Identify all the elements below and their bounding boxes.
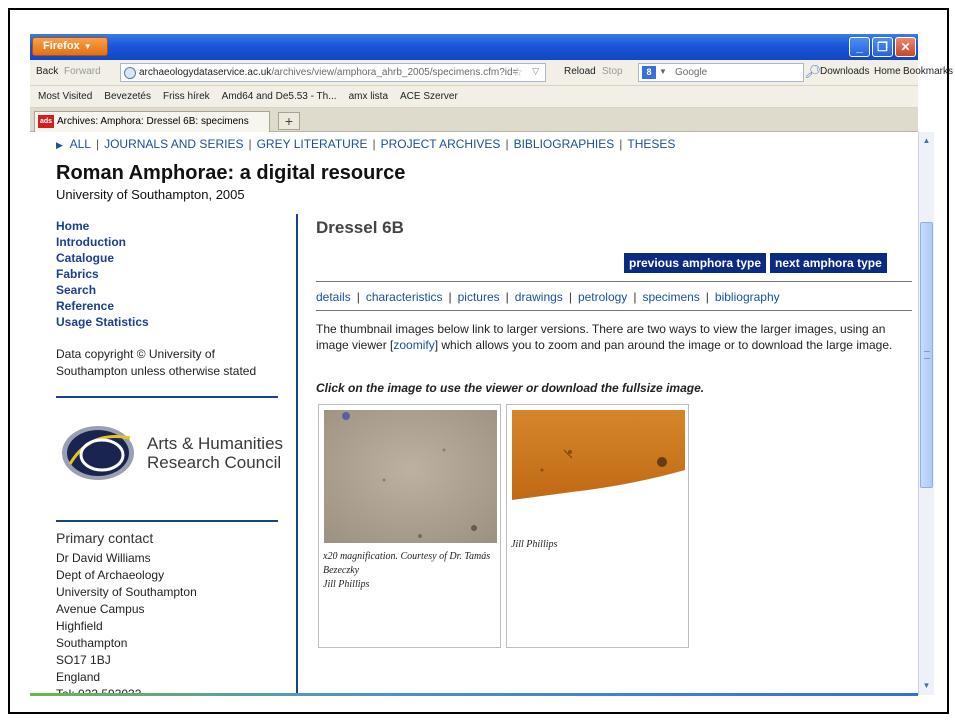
new-tab-button[interactable]: + [278, 112, 300, 130]
forward-button[interactable]: Forward [64, 66, 101, 77]
ahrc-emblem-icon [62, 426, 134, 480]
next-type-button[interactable]: next amphora type [770, 253, 887, 273]
divider [316, 310, 912, 311]
tab-details[interactable]: details [316, 290, 351, 304]
bookmarks-bar: Most Visited Bevezetés Friss hírek Amd64… [30, 86, 918, 108]
globe-icon [124, 67, 136, 79]
site-favicon-icon: ads [38, 115, 54, 128]
divider [316, 281, 912, 282]
divider [56, 396, 278, 398]
window-titlebar: Firefox ▼ _ ❐ ✕ [30, 34, 918, 60]
specimen-credit: Jill Phillips [511, 539, 558, 550]
ahrc-text: Arts & Humanities Research Council [147, 434, 284, 472]
ahrc-logo[interactable]: Arts & Humanities Research Council [60, 422, 290, 484]
tab-petrology[interactable]: petrology [578, 290, 627, 304]
firefox-menu-button[interactable]: Firefox ▼ [32, 37, 108, 56]
tab-active[interactable]: ads Archives: Amphora: Dressel 6B: speci… [34, 111, 270, 132]
status-bar-edge [30, 693, 918, 696]
amphora-type-nav: previous amphora type next amphora type [624, 253, 887, 273]
engine-dropdown-icon[interactable]: ▼ [659, 67, 667, 76]
home-button[interactable]: Home [874, 66, 901, 77]
specimen-thumbnail[interactable] [324, 410, 497, 543]
contact-address: Dr David Williams Dept of Archaeology Un… [56, 551, 197, 695]
section-nav: details | characteristics | pictures | drawing… [316, 290, 780, 304]
page-scrollbar[interactable]: ▲ ▼ [918, 132, 934, 695]
intro-text: The thumbnail images below link to large… [316, 322, 893, 352]
leftnav-home[interactable]: Home [56, 218, 149, 234]
bookmark-item[interactable]: Bevezetés [104, 91, 151, 107]
copyright-text: Data copyright © University of Southampt… [56, 347, 257, 378]
url-dropdown-icon[interactable]: ▽ [532, 66, 539, 77]
navigation-toolbar: Back Forward archaeologydataservice.ac.u… [30, 60, 953, 86]
bookmark-star-icon[interactable]: ☆ [512, 65, 523, 79]
tab-bibliography[interactable]: bibliography [715, 290, 780, 304]
scroll-down-icon[interactable]: ▼ [919, 679, 934, 693]
url-domain: archaeologydataservice.ac.uk [139, 67, 272, 78]
bookmark-item[interactable]: amx lista [349, 91, 388, 107]
close-button[interactable]: ✕ [895, 37, 916, 57]
tab-title: Archives: Amphora: Dressel 6B: specimens [57, 116, 249, 127]
bookmark-item[interactable]: ACE Szerver [400, 91, 458, 107]
specimen-card: Jill Phillips [506, 404, 689, 648]
zoomify-link[interactable]: zoomify [393, 338, 434, 352]
search-input[interactable]: 8 ▼ Google 🔎︎ [638, 63, 821, 82]
downloads-button[interactable]: Downloads [820, 66, 869, 77]
specimen-card: x20 magnification. Courtesy of Dr. Tamás… [318, 404, 501, 648]
contact-heading: Primary contact [56, 530, 154, 546]
address-bar[interactable]: archaeologydataservice.ac.uk/archives/vi… [120, 63, 546, 82]
tab-strip: ads Archives: Amphora: Dressel 6B: speci… [30, 108, 918, 132]
topnav-link[interactable]: BIBLIOGRAPHIES [514, 137, 615, 151]
divider [56, 520, 278, 522]
specimen-thumbnail[interactable] [512, 410, 685, 505]
top-nav: ▶ ALL | JOURNALS AND SERIES | GREY LITERATUR… [56, 137, 676, 151]
site-subtitle: University of Southampton, 2005 [56, 187, 245, 202]
search-icon[interactable]: 🔎︎ [804, 64, 821, 80]
scroll-thumb[interactable] [920, 222, 933, 488]
topnav-link[interactable]: PROJECT ARCHIVES [381, 137, 501, 151]
stop-button[interactable]: Stop [602, 66, 623, 77]
reload-button[interactable]: Reload [564, 66, 596, 77]
search-placeholder: Google [675, 67, 708, 78]
restore-button[interactable]: ❐ [872, 37, 893, 57]
topnav-link[interactable]: THESES [627, 137, 675, 151]
back-button[interactable]: Back [36, 66, 58, 77]
leftnav-usage-statistics[interactable]: Usage Statistics [56, 314, 149, 330]
leftnav-introduction[interactable]: Introduction [56, 234, 149, 250]
bookmark-item[interactable]: Most Visited [38, 91, 92, 107]
bookmark-item[interactable]: Amd64 and De5.53 - Th... [222, 91, 337, 107]
url-path: /archives/view/amphora_ahrb_2005/specime… [271, 67, 519, 78]
triangle-right-icon: ▶ [56, 140, 63, 150]
scroll-up-icon[interactable]: ▲ [919, 134, 934, 148]
specimen-caption: x20 magnification. Courtesy of Dr. Tamás… [323, 551, 491, 576]
column-divider [296, 214, 298, 695]
site-title: Roman Amphorae: a digital resource [56, 162, 406, 184]
topnav-link[interactable]: GREY LITERATURE [257, 137, 368, 151]
page-viewport: ▶ ALL | JOURNALS AND SERIES | GREY LITERATUR… [30, 132, 918, 695]
click-instruction: Click on the image to use the viewer or … [316, 381, 705, 395]
previous-type-button[interactable]: previous amphora type [624, 253, 767, 273]
leftnav-catalogue[interactable]: Catalogue [56, 250, 149, 266]
topnav-link[interactable]: ALL [70, 137, 91, 151]
tab-drawings[interactable]: drawings [515, 290, 563, 304]
tab-pictures[interactable]: pictures [458, 290, 500, 304]
leftnav-search[interactable]: Search [56, 282, 149, 298]
bookmarks-menu[interactable]: Bookmarks ▾ [903, 66, 955, 77]
google-logo-icon[interactable]: 8 [642, 66, 656, 79]
topnav-link[interactable]: JOURNALS AND SERIES [104, 137, 243, 151]
tab-characteristics[interactable]: characteristics [366, 290, 443, 304]
leftnav-reference[interactable]: Reference [56, 298, 149, 314]
bookmark-item[interactable]: Friss hírek [163, 91, 210, 107]
minimize-button[interactable]: _ [849, 37, 870, 57]
specimen-credit: Jill Phillips [323, 579, 370, 590]
leftnav-fabrics[interactable]: Fabrics [56, 266, 149, 282]
tab-specimens[interactable]: specimens [642, 290, 699, 304]
left-nav: Home Introduction Catalogue Fabrics Sear… [56, 218, 149, 330]
chevron-down-icon: ▼ [83, 42, 92, 51]
window-controls: _ ❐ ✕ [849, 37, 916, 57]
page-title: Dressel 6B [316, 218, 404, 237]
